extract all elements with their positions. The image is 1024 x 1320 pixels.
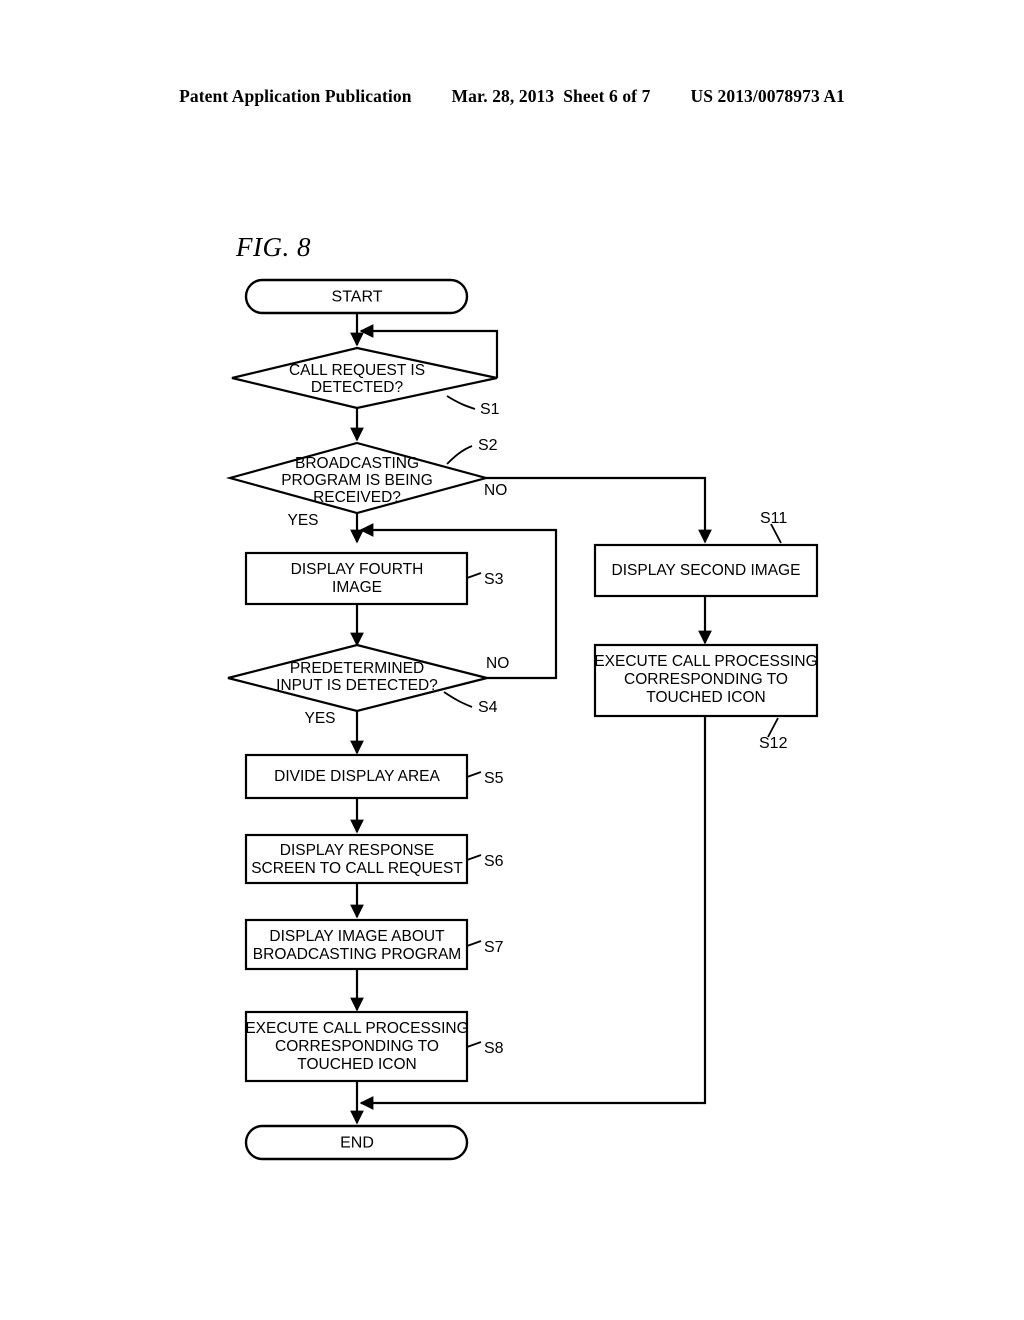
step-id-s11: S11 [760,510,787,527]
node-s2-label-line2: PROGRAM IS BEING [281,472,433,489]
step-id-s2: S2 [478,437,498,454]
node-s11-process: DISPLAY SECOND IMAGE [593,543,819,598]
node-s4-label-line1: PREDETERMINED [290,660,424,677]
branch-label-s4-yes: YES [304,710,335,727]
node-s6-process: DISPLAY RESPONSE SCREEN TO CALL REQUEST [244,833,469,885]
node-start-label: START [332,289,383,306]
branch-label-s4-no: NO [486,655,509,672]
node-s12-label-line2: CORRESPONDING TO [624,671,788,688]
node-s1-decision: CALL REQUEST IS DETECTED? [231,346,498,410]
node-s3-process: DISPLAY FOURTH IMAGE [244,551,469,606]
node-s1-label-line2: DETECTED? [311,379,404,396]
node-s6-label-line1: DISPLAY RESPONSE [280,842,435,859]
leader-s7 [466,940,482,947]
step-id-s12: S12 [759,735,788,752]
node-s1-label-line1: CALL REQUEST IS [289,362,425,379]
node-s5-label-line1: DIVIDE DISPLAY AREA [274,768,440,785]
node-s4-decision: PREDETERMINED INPUT IS DETECTED? [227,643,488,713]
step-id-s3: S3 [484,571,504,588]
node-start: START [244,278,469,315]
leader-s6 [466,854,482,861]
flowchart-diagram: START CALL REQUEST IS DETECTED? S1 BROAD… [225,278,819,1161]
leader-s2 [446,445,473,465]
leader-s5 [466,771,482,778]
node-s8-label-line3: TOUCHED ICON [297,1056,416,1073]
step-id-s5: S5 [484,770,504,787]
node-s7-label-line2: BROADCASTING PROGRAM [253,946,461,963]
node-s2-decision: BROADCASTING PROGRAM IS BEING RECEIVED? [225,441,491,515]
node-s8-process: EXECUTE CALL PROCESSING CORRESPONDING TO… [244,1010,469,1083]
step-id-s4: S4 [478,699,498,716]
node-s8-label-line2: CORRESPONDING TO [275,1038,439,1055]
leader-s3 [466,572,482,579]
node-s12-label-line3: TOUCHED ICON [646,689,765,706]
node-s6-label-line2: SCREEN TO CALL REQUEST [251,860,463,877]
node-s11-label-line1: DISPLAY SECOND IMAGE [612,562,801,579]
node-s2-label-line1: BROADCASTING [295,455,419,472]
node-s12-label-line1: EXECUTE CALL PROCESSING [594,653,817,670]
node-s3-label-line1: DISPLAY FOURTH [291,561,424,578]
leader-s8 [466,1041,482,1048]
branch-label-s2-no: NO [484,482,507,499]
node-s4-label-line2: INPUT IS DETECTED? [276,677,438,694]
step-id-s1: S1 [480,401,500,418]
node-s8-label-line1: EXECUTE CALL PROCESSING [245,1020,468,1037]
node-end-label: END [340,1135,374,1152]
patent-figure-page: Patent Application Publication Mar. 28, … [0,0,1024,1320]
leader-s4 [443,691,473,708]
leader-s12 [767,717,779,738]
step-id-s8: S8 [484,1040,504,1057]
connector-s2-no-to-s11 [486,476,712,544]
step-id-s6: S6 [484,853,504,870]
leader-s1 [446,395,476,410]
node-end: END [244,1124,469,1161]
node-s3-label-line2: IMAGE [332,579,382,596]
step-id-s7: S7 [484,939,504,956]
node-s7-process: DISPLAY IMAGE ABOUT BROADCASTING PROGRAM [244,918,469,971]
node-s12-process: EXECUTE CALL PROCESSING CORRESPONDING TO… [593,643,819,718]
node-s7-label-line1: DISPLAY IMAGE ABOUT [269,928,445,945]
branch-label-s2-yes: YES [287,512,318,529]
node-s5-process: DIVIDE DISPLAY AREA [244,753,469,800]
node-s2-label-line3: RECEIVED? [313,489,401,506]
